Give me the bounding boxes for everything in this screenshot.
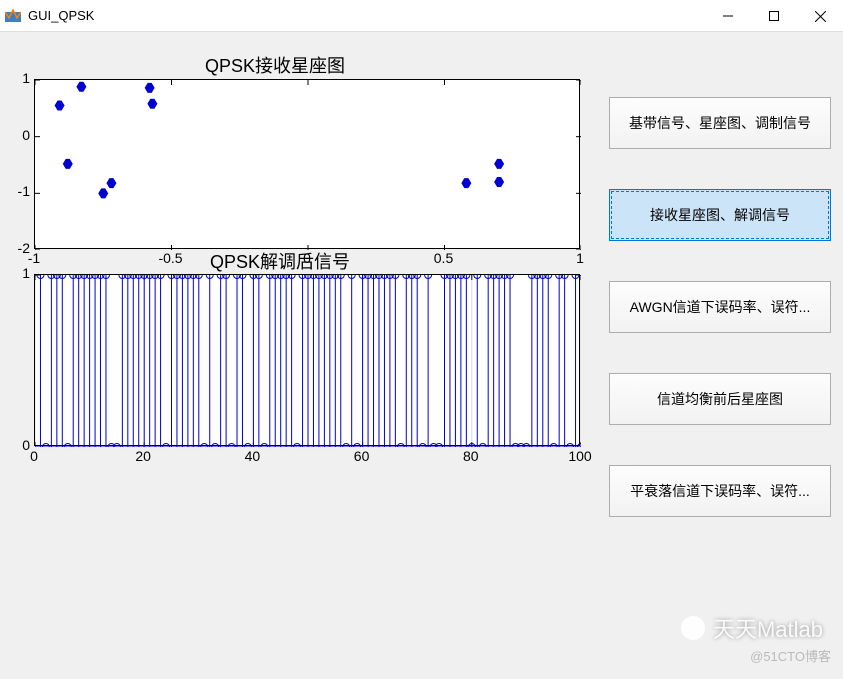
plot2-xtick: 60 xyxy=(354,448,370,464)
action-button-2[interactable]: AWGN信道下误码率、误符... xyxy=(609,281,831,333)
plot1-ytick: 0 xyxy=(0,127,30,143)
plot2-xtick: 20 xyxy=(135,448,151,464)
close-button[interactable] xyxy=(797,0,843,32)
plot1-xtick: 0.5 xyxy=(434,250,453,266)
plot1-ytick: 1 xyxy=(0,70,30,86)
plot2-title: QPSK解调后信号 xyxy=(210,248,350,274)
constellation-plot[interactable] xyxy=(34,79,580,249)
plot2-xtick: 100 xyxy=(568,448,591,464)
figure-body: QPSK接收星座图 -2-101 -1-0.500.51 QPSK解调后信号 0… xyxy=(0,32,843,679)
plot2-xtick: 0 xyxy=(30,448,38,464)
action-button-0[interactable]: 基带信号、星座图、调制信号 xyxy=(609,97,831,149)
maximize-button[interactable] xyxy=(751,0,797,32)
plot1-title: QPSK接收星座图 xyxy=(205,52,345,78)
plot1-ytick: -1 xyxy=(0,183,30,199)
titlebar: GUI_QPSK xyxy=(0,0,843,32)
plot2-ytick: 1 xyxy=(0,265,30,281)
action-button-4[interactable]: 平衰落信道下误码率、误符... xyxy=(609,465,831,517)
plot1-xtick: -0.5 xyxy=(158,250,182,266)
watermark-text1: 天天Matlab xyxy=(713,612,823,644)
plot1-xtick: -1 xyxy=(28,250,40,266)
plot2-xtick: 40 xyxy=(245,448,261,464)
watermark-icon xyxy=(681,616,705,640)
watermark-sub: @51CTO博客 xyxy=(750,646,831,665)
action-button-3[interactable]: 信道均衡前后星座图 xyxy=(609,373,831,425)
buttons-column: 基带信号、星座图、调制信号接收星座图、解调信号 AWGN信道下误码率、误符... 信… xyxy=(609,97,831,557)
plot1-xtick: 1 xyxy=(576,250,584,266)
minimize-button[interactable] xyxy=(705,0,751,32)
window-title: GUI_QPSK xyxy=(28,8,705,23)
watermark-main: 天天Matlab xyxy=(681,612,823,644)
plot2-xtick: 80 xyxy=(463,448,479,464)
app-icon xyxy=(4,7,22,25)
action-button-1[interactable]: 接收星座图、解调信号 xyxy=(609,189,831,241)
plot2-ytick: 0 xyxy=(0,437,30,453)
demod-signal-plot[interactable] xyxy=(34,274,580,446)
window-controls xyxy=(705,0,843,31)
plot1-ytick: -2 xyxy=(0,240,30,256)
